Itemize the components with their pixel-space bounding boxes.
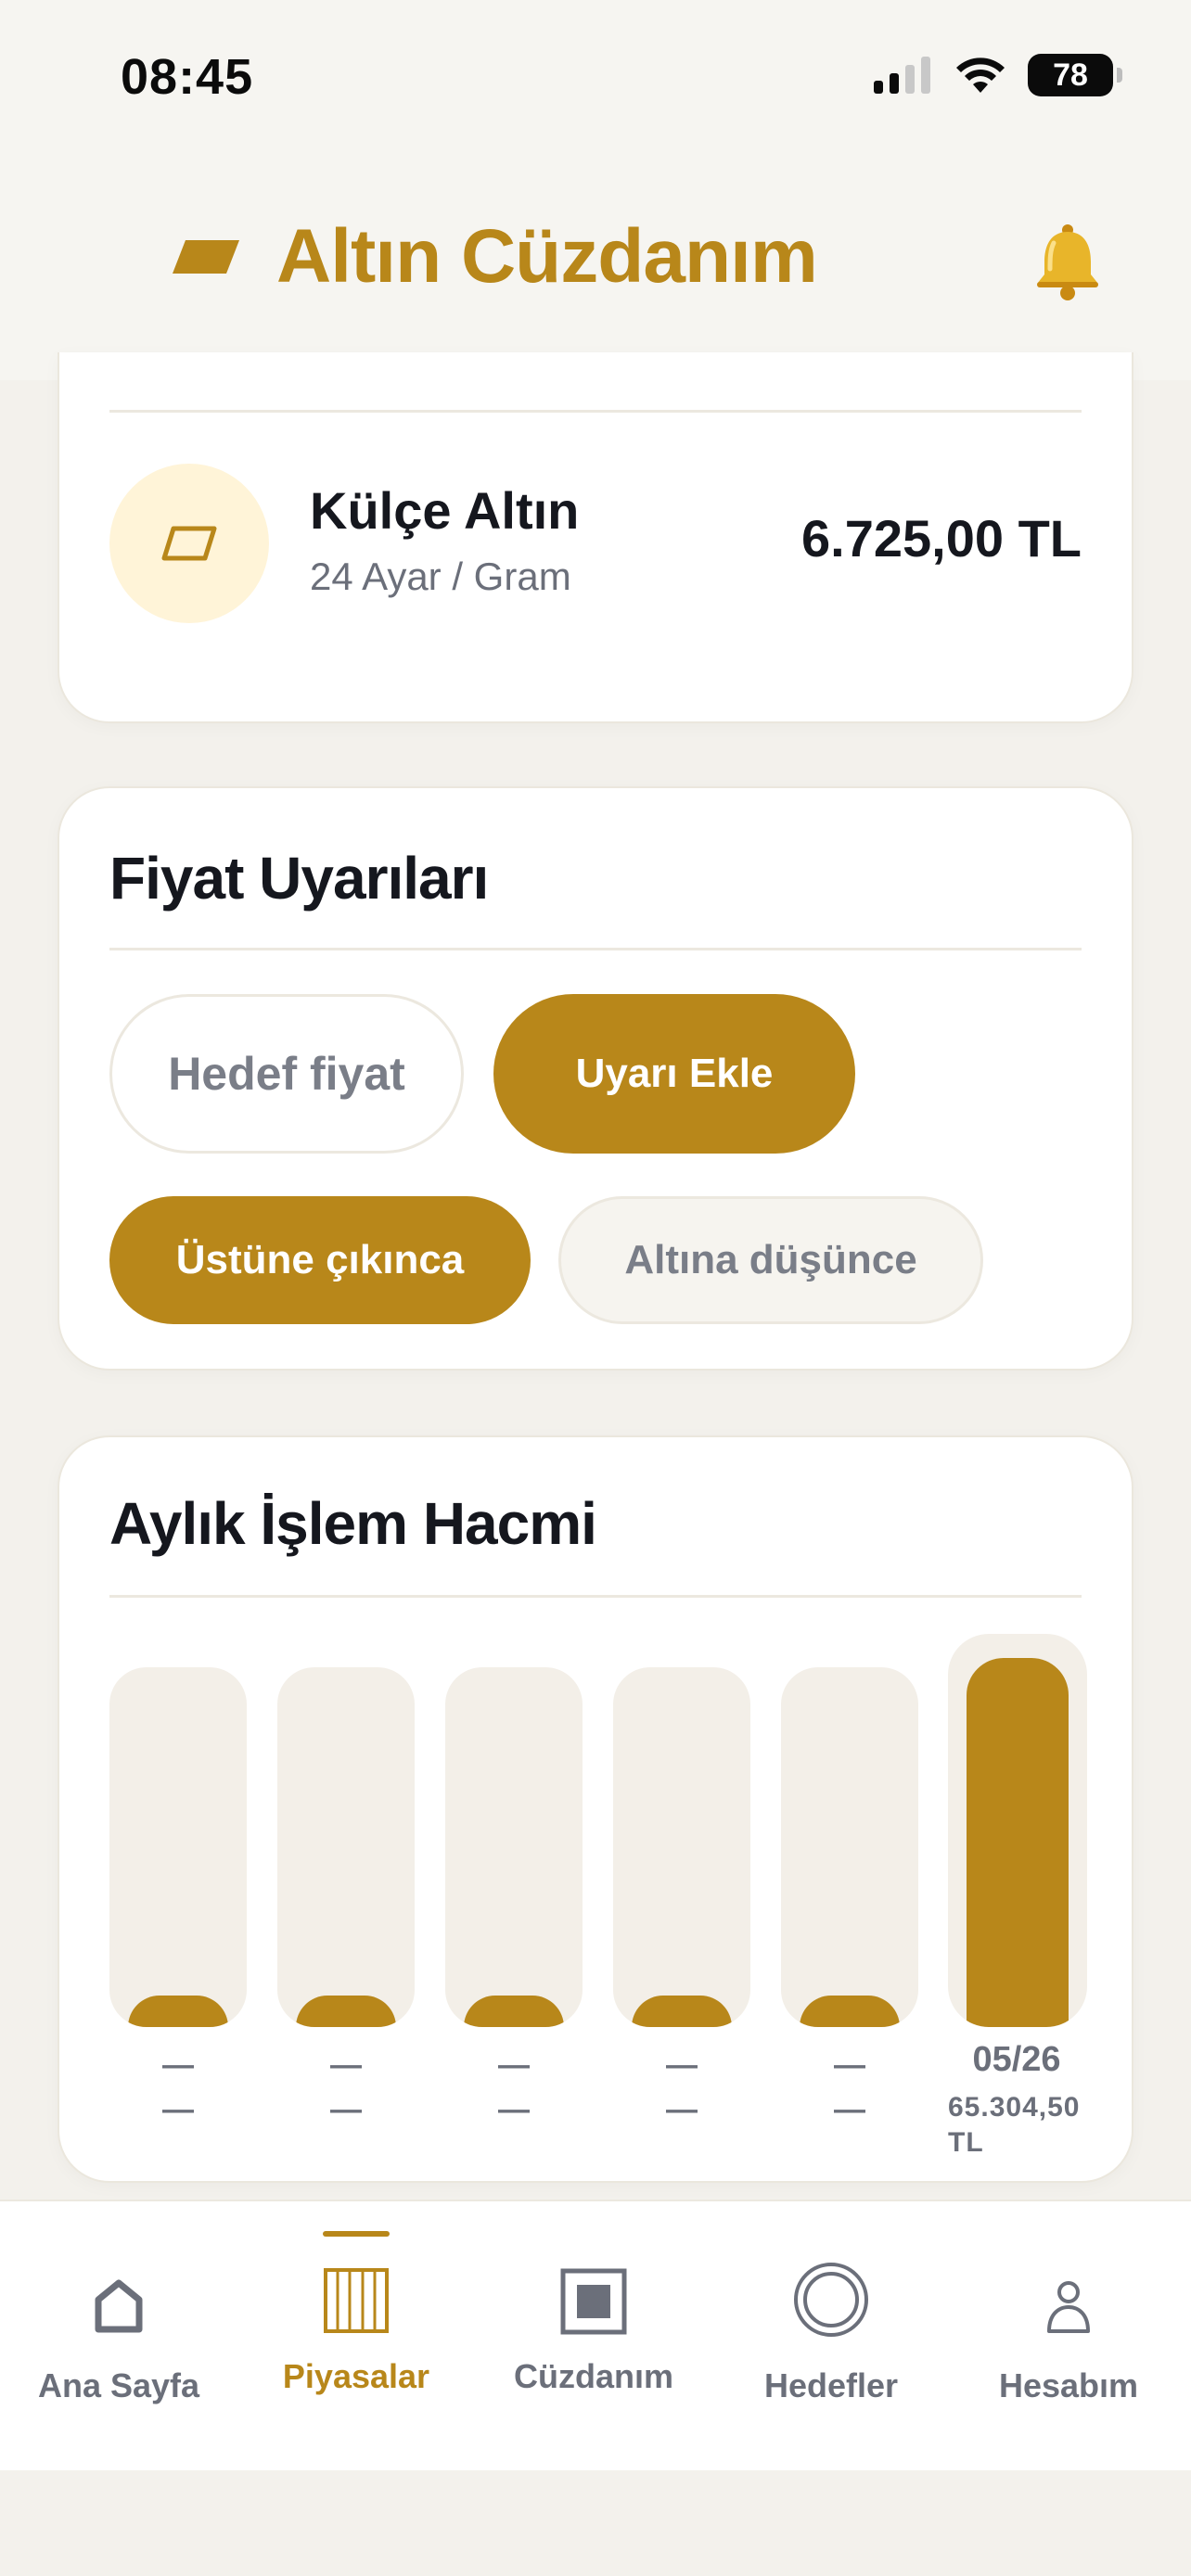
add-alert-button[interactable]: Uyarı Ekle (493, 994, 855, 1154)
tab-label: Ana Sayfa (37, 2366, 200, 2404)
bar (967, 1658, 1069, 2027)
app-header: Altın Cüzdanım (0, 158, 1191, 380)
bar-value-label: — (330, 2092, 362, 2127)
status-icons: 78 (874, 54, 1122, 96)
notification-bell-icon[interactable] (1028, 223, 1108, 302)
bar-category-label: — (498, 2047, 530, 2083)
bar-track (781, 1667, 918, 2027)
tab-label: Piyasalar (282, 2357, 430, 2395)
tab-label: Hesabım (998, 2366, 1139, 2404)
divider (109, 1595, 1082, 1598)
tab-label: Cüzdanım (513, 2357, 673, 2395)
bar-value-label: — (666, 2092, 698, 2127)
product-card: Külçe Altın 24 Ayar / Gram 6.725,00 TL (58, 352, 1133, 723)
bar-category-label: — (162, 2047, 194, 2083)
target-price-input[interactable]: Hedef fiyat (109, 994, 464, 1154)
bar-category-label: — (834, 2047, 865, 2083)
tab-goals[interactable]: Hedefler (712, 2201, 950, 2472)
wallet-icon (560, 2268, 627, 2335)
bar-category-label: — (666, 2047, 698, 2083)
target-icon (794, 2263, 868, 2337)
bar (632, 1996, 732, 2027)
wifi-icon (956, 57, 1005, 93)
active-tab-indicator (323, 2231, 390, 2237)
account-icon (1047, 2281, 1090, 2333)
brand: Altın Cüzdanım (173, 213, 818, 300)
alerts-title: Fiyat Uyarıları (109, 845, 489, 912)
tab-label: Hedefler (763, 2366, 899, 2404)
bar (464, 1996, 564, 2027)
monthly-volume-card: Aylık İşlem Hacmi — — — — — — — — — — 05/26 65.304,… (58, 1435, 1133, 2183)
home-icon (95, 2279, 143, 2333)
tab-markets[interactable]: Piyasalar (237, 2201, 475, 2472)
gold-bar-logo-icon (173, 240, 239, 274)
bar (800, 1996, 900, 2027)
app-title: Altın Cüzdanım (276, 214, 818, 299)
product-name: Külçe Altın (310, 481, 580, 540)
bar-track (277, 1667, 415, 2027)
home-indicator-area (0, 2470, 1191, 2576)
product-subtitle: 24 Ayar / Gram (310, 555, 571, 598)
tab-account[interactable]: Hesabım (950, 2201, 1187, 2472)
divider (109, 410, 1082, 413)
bar-value-label: — (834, 2092, 865, 2127)
bar-value-label: — (162, 2092, 194, 2127)
bar-track (445, 1667, 583, 2027)
gold-bar-outline-icon (161, 526, 217, 561)
above-toggle-button[interactable]: Üstüne çıkınca (109, 1196, 531, 1324)
price-alerts-card: Fiyat Uyarıları Hedef fiyat Uyarı Ekle Ü… (58, 786, 1133, 1371)
battery-indicator: 78 (1028, 54, 1122, 96)
product-price: 6.725,00 TL (801, 509, 1082, 567)
status-bar: 08:45 78 (0, 0, 1191, 158)
markets-icon (324, 2268, 389, 2333)
signal-icon (874, 57, 930, 94)
bottom-tab-bar: Ana Sayfa Piyasalar Cüzdanım Hedefler He… (0, 2200, 1191, 2470)
bar-category-label: — (330, 2047, 362, 2083)
gold-bar-badge (109, 464, 269, 623)
volume-title: Aylık İşlem Hacmi (109, 1490, 597, 1557)
divider (109, 948, 1082, 950)
bar (296, 1996, 396, 2027)
tab-home[interactable]: Ana Sayfa (0, 2201, 237, 2472)
bar-value-label: 65.304,50 TL (948, 2092, 1081, 2158)
bar-value-label: — (498, 2092, 530, 2127)
status-time: 08:45 (121, 49, 254, 105)
bar-track (109, 1667, 247, 2027)
bar-track (948, 1634, 1087, 2027)
bar-category-label: 05/26 (972, 2040, 1061, 2079)
tab-wallet[interactable]: Cüzdanım (475, 2201, 712, 2472)
below-toggle-button[interactable]: Altına düşünce (558, 1196, 983, 1324)
bar-track (613, 1667, 750, 2027)
volume-chart: — — — — — — — — — — 05/26 65.304,50 TL (109, 1634, 1087, 2158)
bar (128, 1996, 228, 2027)
